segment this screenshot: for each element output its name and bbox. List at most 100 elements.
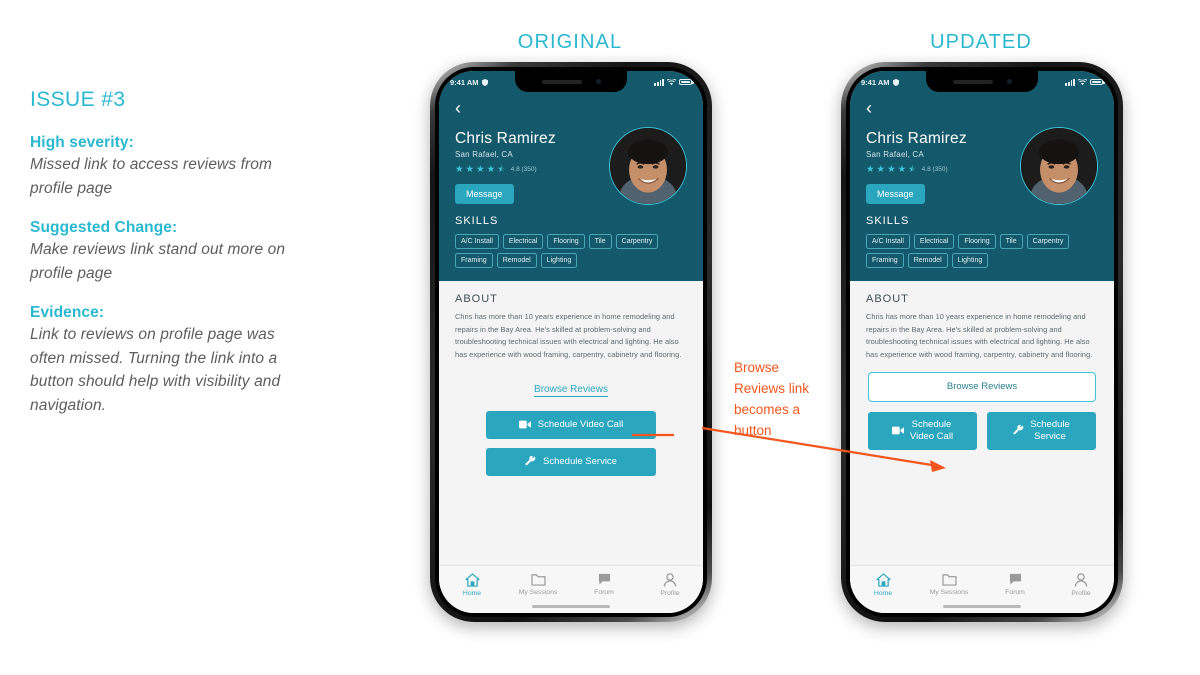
avatar <box>609 127 687 205</box>
skill-chip[interactable]: A/C Install <box>455 234 499 249</box>
phone-bezel: 9:41 AM ‹ Chris Ramirez San Rafael, CA ★… <box>435 67 707 617</box>
message-button[interactable]: Message <box>455 183 514 204</box>
profile-header: ‹ Chris Ramirez San Rafael, CA ★ ★ ★ ★ ★ <box>850 93 1114 281</box>
skill-chip[interactable]: Flooring <box>958 234 996 249</box>
earpiece-speaker <box>541 79 582 84</box>
star-icon: ★ <box>476 164 485 175</box>
column-label-updated: UPDATED <box>930 31 1032 53</box>
tab-my-sessions[interactable]: My Sessions <box>916 573 982 597</box>
browse-reviews-button[interactable]: Browse Reviews <box>868 371 1096 402</box>
tab-profile[interactable]: Profile <box>637 573 703 597</box>
phone-screen-updated: 9:41 AM ‹ Chris Ramirez San Rafael, CA ★… <box>850 71 1114 613</box>
wrench-icon <box>1013 425 1024 435</box>
status-bar-time: 9:41 AM <box>861 77 890 87</box>
issue-notes-panel: ISSUE #3 High severity: Missed link to a… <box>30 88 300 436</box>
schedule-service-label: Schedule Service <box>543 456 617 468</box>
skills-chip-list: A/C Install Electrical Flooring Tile Car… <box>455 234 687 268</box>
bottom-tab-bar: Home My Sessions Forum Profile <box>850 565 1114 600</box>
star-icon: ★ <box>897 164 907 175</box>
callout-arrow <box>701 426 946 472</box>
skill-chip[interactable]: Framing <box>455 253 493 268</box>
skill-chip[interactable]: Carpentry <box>615 234 659 249</box>
skill-chip[interactable]: Electrical <box>502 234 544 249</box>
wifi-icon <box>667 78 676 85</box>
tab-home[interactable]: Home <box>850 573 916 597</box>
avatar-photo <box>610 128 686 204</box>
back-button[interactable]: ‹ <box>850 99 1114 120</box>
skill-chip[interactable]: Lighting <box>540 253 578 268</box>
note-evidence: Evidence: Link to reviews on profile pag… <box>30 304 300 417</box>
tab-my-sessions-label: My Sessions <box>518 589 558 596</box>
star-icon: ★ <box>455 164 464 175</box>
profile-location: San Rafael, CA <box>455 150 513 159</box>
profile-info: Chris Ramirez San Rafael, CA ★ ★ ★ ★ ★ 4… <box>866 125 1020 204</box>
issue-title: ISSUE #3 <box>30 88 126 111</box>
rating-row: ★ ★ ★ ★ ★ 4.8 (350) <box>455 165 609 175</box>
note-suggested-change: Suggested Change: Make reviews link stan… <box>30 219 300 285</box>
status-bar-left: 9:41 AM <box>450 77 489 87</box>
tab-forum[interactable]: Forum <box>982 573 1048 597</box>
skill-chip[interactable]: Flooring <box>547 234 585 249</box>
skills-section: SKILLS A/C Install Electrical Flooring T… <box>850 205 1114 268</box>
rating-text: 4.8 (350) <box>510 166 537 174</box>
tab-profile[interactable]: Profile <box>1048 573 1114 597</box>
schedule-service-button[interactable]: Schedule Service <box>987 411 1096 450</box>
rating-text: 4.8 (350) <box>921 166 948 174</box>
phone-bezel: 9:41 AM ‹ Chris Ramirez San Rafael, CA ★… <box>846 67 1118 617</box>
earpiece-speaker <box>952 79 993 84</box>
wrench-icon <box>525 456 536 466</box>
profile-name: Chris Ramirez <box>455 130 556 147</box>
phone-mockup-original: 9:41 AM ‹ Chris Ramirez San Rafael, CA ★… <box>430 62 712 622</box>
home-indicator <box>439 600 703 613</box>
skill-chip[interactable]: Lighting <box>951 253 989 268</box>
chat-bubble-icon <box>598 573 610 585</box>
schedule-service-label: Schedule Service <box>1030 419 1070 442</box>
tab-my-sessions[interactable]: My Sessions <box>505 573 571 597</box>
front-camera <box>595 79 601 84</box>
skill-chip[interactable]: A/C Install <box>866 234 910 249</box>
profile-header: ‹ Chris Ramirez San Rafael, CA ★ ★ ★ ★ ★ <box>439 93 703 281</box>
about-title: ABOUT <box>866 293 909 305</box>
star-icon: ★ <box>887 164 896 175</box>
profile-location: San Rafael, CA <box>866 150 924 159</box>
note-severity-head: High severity: <box>30 134 134 151</box>
skill-chip[interactable]: Carpentry <box>1026 234 1070 249</box>
skills-title: SKILLS <box>866 215 910 227</box>
phone-notch <box>515 71 627 92</box>
skill-chip[interactable]: Tile <box>588 234 612 249</box>
person-icon <box>1074 573 1088 587</box>
schedule-video-call-label: Schedule Video Call <box>537 419 624 431</box>
about-text: Chris has more than 10 years experience … <box>866 312 1093 360</box>
battery-icon <box>1090 78 1105 86</box>
skill-chip[interactable]: Tile <box>999 234 1023 249</box>
person-icon <box>663 573 677 587</box>
skill-chip[interactable]: Framing <box>866 253 904 268</box>
star-half-icon: ★ <box>908 164 917 175</box>
skill-chip[interactable]: Remodel <box>907 253 948 268</box>
skill-chip[interactable]: Electrical <box>913 234 955 249</box>
folder-icon <box>941 574 957 586</box>
tab-forum[interactable]: Forum <box>571 573 637 597</box>
status-bar-time: 9:41 AM <box>450 77 479 87</box>
slide-canvas: ISSUE #3 High severity: Missed link to a… <box>0 0 1200 675</box>
home-icon <box>875 573 891 587</box>
browse-reviews-link[interactable]: Browse Reviews <box>534 384 608 397</box>
message-button[interactable]: Message <box>866 183 925 204</box>
back-button[interactable]: ‹ <box>439 99 703 120</box>
star-icon: ★ <box>876 164 886 175</box>
status-bar-right <box>1065 78 1105 86</box>
callout-arrow-original <box>632 433 674 437</box>
home-indicator <box>850 600 1114 613</box>
about-text: Chris has more than 10 years experience … <box>455 312 682 360</box>
tab-forum-label: Forum <box>1005 589 1025 596</box>
tab-home[interactable]: Home <box>439 573 505 597</box>
signal-icon <box>1065 78 1075 86</box>
phone-screen-original: 9:41 AM ‹ Chris Ramirez San Rafael, CA ★… <box>439 71 703 613</box>
star-half-icon: ★ <box>497 164 506 175</box>
status-bar-right <box>654 78 694 86</box>
schedule-service-button[interactable]: Schedule Service <box>486 447 656 476</box>
note-suggested-change-body: Make reviews link stand out more on prof… <box>30 241 286 282</box>
avatar-photo <box>1021 128 1097 204</box>
profile-name: Chris Ramirez <box>866 130 967 147</box>
skill-chip[interactable]: Remodel <box>496 253 537 268</box>
